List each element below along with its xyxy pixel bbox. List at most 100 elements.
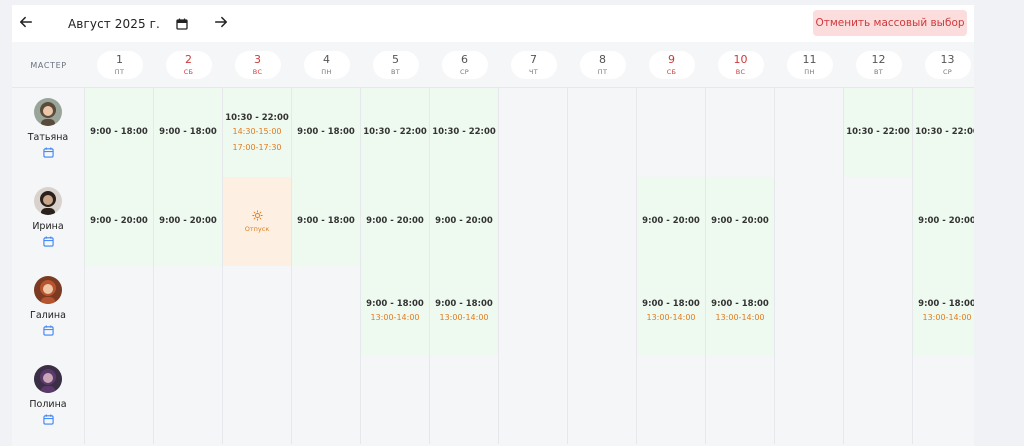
shift-cell[interactable]: 10:30 - 22:00 <box>913 88 974 177</box>
shift-cell[interactable]: 10:30 - 22:00 <box>844 88 913 177</box>
empty-cell[interactable] <box>637 355 706 444</box>
empty-cell[interactable] <box>292 266 361 355</box>
day-pill[interactable]: 7 ЧТ <box>510 51 557 79</box>
calendar-icon[interactable] <box>42 325 54 336</box>
empty-cell[interactable] <box>499 177 568 266</box>
shift-cell[interactable]: 9:00 - 18:00 <box>85 88 154 177</box>
empty-cell[interactable] <box>844 266 913 355</box>
day-header[interactable]: 7 ЧТ <box>499 42 568 88</box>
empty-cell[interactable] <box>775 177 844 266</box>
day-pill[interactable]: 9 СБ <box>648 51 695 79</box>
shift-time: 10:30 - 22:00 <box>915 127 974 137</box>
prev-month-button[interactable] <box>16 12 36 32</box>
day-header[interactable]: 3 ВС <box>223 42 292 88</box>
master-row: Галина 9:00 - 18:00 13:00-14:00 9:00 - 18:0… <box>12 266 974 355</box>
shift-cell[interactable]: 9:00 - 20:00 <box>913 177 974 266</box>
empty-cell[interactable] <box>499 88 568 177</box>
empty-cell[interactable] <box>85 355 154 444</box>
day-header[interactable]: 9 СБ <box>637 42 706 88</box>
shift-cell[interactable]: 9:00 - 20:00 <box>361 177 430 266</box>
next-month-button[interactable] <box>211 12 231 32</box>
shift-cell[interactable]: 9:00 - 20:00 <box>154 177 223 266</box>
empty-cell[interactable] <box>568 177 637 266</box>
empty-cell[interactable] <box>637 88 706 177</box>
day-pill[interactable]: 13 СР <box>924 51 971 79</box>
master-name: Татьяна <box>27 132 69 143</box>
shift-cell[interactable]: 9:00 - 18:00 <box>292 88 361 177</box>
empty-cell[interactable] <box>568 88 637 177</box>
day-weekday: СР <box>942 67 953 76</box>
day-header[interactable]: 2 СБ <box>154 42 223 88</box>
day-header[interactable]: 12 ВТ <box>844 42 913 88</box>
day-header[interactable]: 1 ПТ <box>85 42 154 88</box>
calendar-icon[interactable] <box>42 414 54 425</box>
empty-cell[interactable] <box>292 355 361 444</box>
empty-cell[interactable] <box>361 355 430 444</box>
empty-cell[interactable] <box>568 355 637 444</box>
day-number: 4 <box>323 52 330 66</box>
day-pill[interactable]: 11 ПН <box>786 51 833 79</box>
day-header[interactable]: 6 СР <box>430 42 499 88</box>
empty-cell[interactable] <box>430 355 499 444</box>
empty-cell[interactable] <box>775 88 844 177</box>
shift-cell[interactable]: 9:00 - 18:00 13:00-14:00 <box>430 266 499 355</box>
shift-cell[interactable]: 9:00 - 20:00 <box>85 177 154 266</box>
shift-cell[interactable]: 9:00 - 20:00 <box>637 177 706 266</box>
month-picker[interactable]: Август 2025 г. <box>68 14 188 34</box>
empty-cell[interactable] <box>844 355 913 444</box>
day-pill[interactable]: 3 ВС <box>234 51 281 79</box>
shift-cell[interactable]: 9:00 - 18:00 13:00-14:00 <box>361 266 430 355</box>
vacation-cell[interactable]: Отпуск <box>223 177 292 266</box>
day-header[interactable]: 4 ПН <box>292 42 361 88</box>
empty-cell[interactable] <box>85 266 154 355</box>
day-weekday: ВТ <box>390 67 401 76</box>
day-pill[interactable]: 6 СР <box>441 51 488 79</box>
calendar-icon[interactable] <box>176 18 188 30</box>
shift-cell[interactable]: 9:00 - 20:00 <box>430 177 499 266</box>
day-header[interactable]: 5 ВТ <box>361 42 430 88</box>
empty-cell[interactable] <box>913 355 974 444</box>
calendar-icon[interactable] <box>42 236 54 247</box>
shift-cell[interactable]: 9:00 - 18:00 13:00-14:00 <box>913 266 974 355</box>
empty-cell[interactable] <box>706 355 775 444</box>
shift-cell[interactable]: 9:00 - 20:00 <box>706 177 775 266</box>
day-pill[interactable]: 8 ПТ <box>579 51 626 79</box>
shift-cell[interactable]: 10:30 - 22:00 14:30-15:00 17:00-17:30 <box>223 88 292 177</box>
empty-cell[interactable] <box>223 355 292 444</box>
day-header[interactable]: 8 ПТ <box>568 42 637 88</box>
day-weekday: ПН <box>321 67 332 76</box>
empty-cell[interactable] <box>775 266 844 355</box>
empty-cell[interactable] <box>775 355 844 444</box>
day-number: 5 <box>392 52 399 66</box>
empty-cell[interactable] <box>568 266 637 355</box>
shift-cell[interactable]: 9:00 - 18:00 <box>292 177 361 266</box>
day-pill[interactable]: 5 ВТ <box>372 51 419 79</box>
shift-cell[interactable]: 9:00 - 18:00 <box>154 88 223 177</box>
day-pill[interactable]: 4 ПН <box>303 51 350 79</box>
day-pill[interactable]: 10 ВС <box>717 51 764 79</box>
empty-cell[interactable] <box>844 177 913 266</box>
day-number: 7 <box>530 52 537 66</box>
shift-time: 9:00 - 20:00 <box>435 216 493 226</box>
empty-cell[interactable] <box>154 355 223 444</box>
shift-cell[interactable]: 9:00 - 18:00 13:00-14:00 <box>637 266 706 355</box>
empty-cell[interactable] <box>499 266 568 355</box>
empty-cell[interactable] <box>706 88 775 177</box>
day-pill[interactable]: 12 ВТ <box>855 51 902 79</box>
day-header[interactable]: 10 ВС <box>706 42 775 88</box>
day-header[interactable]: 11 ПН <box>775 42 844 88</box>
shift-time: 9:00 - 20:00 <box>366 216 424 226</box>
day-pill[interactable]: 1 ПТ <box>96 51 143 79</box>
shift-cell[interactable]: 10:30 - 22:00 <box>430 88 499 177</box>
empty-cell[interactable] <box>499 355 568 444</box>
empty-cell[interactable] <box>154 266 223 355</box>
avatar <box>34 187 62 215</box>
calendar-icon[interactable] <box>42 147 54 158</box>
shift-cell[interactable]: 10:30 - 22:00 <box>361 88 430 177</box>
day-pill[interactable]: 2 СБ <box>165 51 212 79</box>
cancel-mass-select-button[interactable]: Отменить массовый выбор <box>813 10 967 36</box>
master-info: Галина <box>12 266 85 355</box>
empty-cell[interactable] <box>223 266 292 355</box>
shift-cell[interactable]: 9:00 - 18:00 13:00-14:00 <box>706 266 775 355</box>
day-header[interactable]: 13 СР <box>913 42 974 88</box>
